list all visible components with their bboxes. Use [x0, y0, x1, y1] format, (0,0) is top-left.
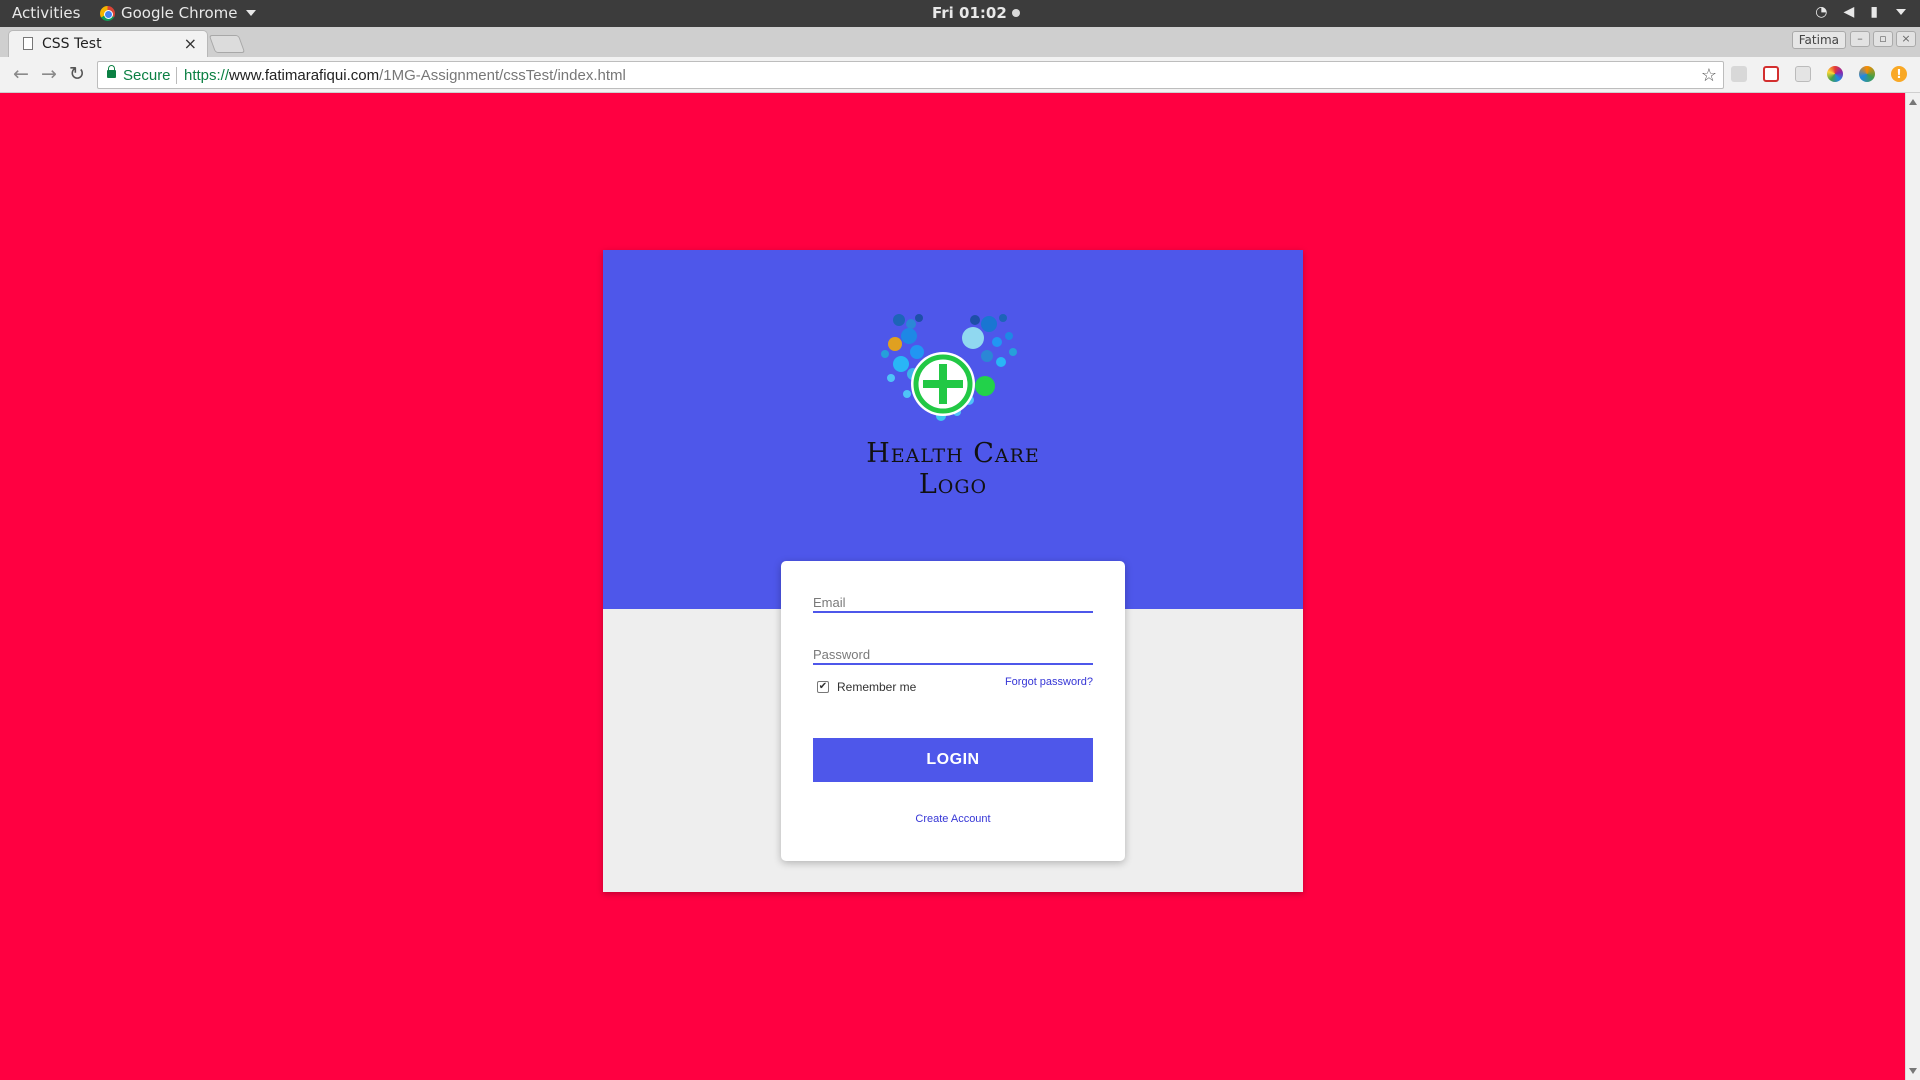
profile-button[interactable]: Fatima: [1791, 31, 1846, 49]
system-menu-chevron-icon[interactable]: [1896, 9, 1906, 15]
app-menu[interactable]: Google Chrome: [100, 4, 256, 22]
logo-wordmark: Health Care Logo: [603, 438, 1303, 500]
card-header: Health Care Logo: [603, 250, 1303, 609]
minimize-icon[interactable]: –: [1850, 31, 1870, 47]
reload-icon[interactable]: ↻: [65, 63, 89, 87]
scroll-up-icon[interactable]: [1909, 99, 1917, 105]
back-arrow-icon[interactable]: ←: [9, 63, 33, 87]
remember-label: Remember me: [837, 680, 917, 694]
chrome-icon: [100, 5, 115, 21]
remember-me[interactable]: ✔ Remember me: [817, 680, 916, 694]
vertical-scrollbar[interactable]: [1905, 93, 1920, 1080]
clock-text: Fri 01:02: [932, 4, 1007, 22]
pen-extension-icon[interactable]: [1859, 66, 1875, 82]
system-tray[interactable]: ◔ ◀ ▮: [1815, 4, 1906, 20]
address-divider: [176, 67, 177, 84]
chevron-down-icon: [245, 10, 256, 16]
forward-arrow-icon[interactable]: →: [37, 63, 61, 87]
forgot-password-link[interactable]: Forgot password?: [1005, 676, 1093, 688]
page-extension-icon[interactable]: [1795, 66, 1811, 82]
tab-title: CSS Test: [42, 36, 102, 52]
email-field[interactable]: [813, 589, 1093, 613]
login-form: ✔ Remember me Forgot password? LOGIN Cre…: [781, 561, 1125, 861]
clock[interactable]: Fri 01:02: [932, 4, 1020, 22]
page-icon: [23, 37, 33, 50]
os-top-bar: Activities Google Chrome Fri 01:02 ◔ ◀ ▮: [0, 0, 1920, 27]
wifi-icon[interactable]: ◔: [1815, 4, 1827, 20]
scroll-down-icon[interactable]: [1909, 1068, 1917, 1074]
new-tab-button[interactable]: [208, 35, 246, 53]
password-field[interactable]: [813, 641, 1093, 665]
browser-toolbar: ← → ↻ Secure https://www.fatimarafiqui.c…: [0, 57, 1920, 93]
url-text[interactable]: https://www.fatimarafiqui.com/1MG-Assign…: [184, 67, 626, 84]
close-window-icon[interactable]: ×: [1896, 31, 1916, 47]
logo-line-2: Logo: [918, 469, 988, 500]
app-name: Google Chrome: [121, 4, 238, 22]
login-button[interactable]: LOGIN: [813, 738, 1093, 782]
battery-icon[interactable]: ▮: [1870, 4, 1878, 20]
remember-checkbox[interactable]: ✔: [817, 681, 829, 693]
lock-icon: [107, 65, 116, 78]
maximize-icon[interactable]: ▫: [1873, 31, 1893, 47]
logo-line-1: Health Care: [866, 438, 1040, 469]
notification-dot-icon: [1011, 9, 1020, 17]
bookmark-star-icon[interactable]: ☆: [1701, 65, 1717, 86]
page-viewport: Health Care Logo ✔ Remember me Forgot pa…: [0, 93, 1905, 1080]
volume-icon[interactable]: ◀: [1844, 4, 1855, 20]
address-bar[interactable]: Secure https://www.fatimarafiqui.com/1MG…: [97, 61, 1724, 89]
login-card: Health Care Logo ✔ Remember me Forgot pa…: [603, 250, 1303, 892]
activities-button[interactable]: Activities: [12, 4, 80, 22]
tab-css-test[interactable]: CSS Test ×: [8, 30, 208, 57]
health-care-logo-icon: [881, 314, 1017, 421]
url-scheme: https://: [184, 67, 230, 84]
secure-label: Secure: [123, 67, 171, 84]
url-host: www.fatimarafiqui.com: [229, 67, 380, 84]
color-extension-icon[interactable]: [1827, 66, 1843, 82]
cast-extension-icon[interactable]: [1731, 66, 1747, 82]
tab-strip: CSS Test × Fatima – ▫ ×: [0, 27, 1920, 57]
shield-extension-icon[interactable]: [1763, 66, 1779, 82]
create-account-link[interactable]: Create Account: [781, 813, 1125, 825]
tab-close-icon[interactable]: ×: [184, 34, 197, 53]
alert-icon[interactable]: !: [1891, 66, 1907, 82]
url-path: /1MG-Assignment/cssTest/index.html: [379, 67, 626, 84]
